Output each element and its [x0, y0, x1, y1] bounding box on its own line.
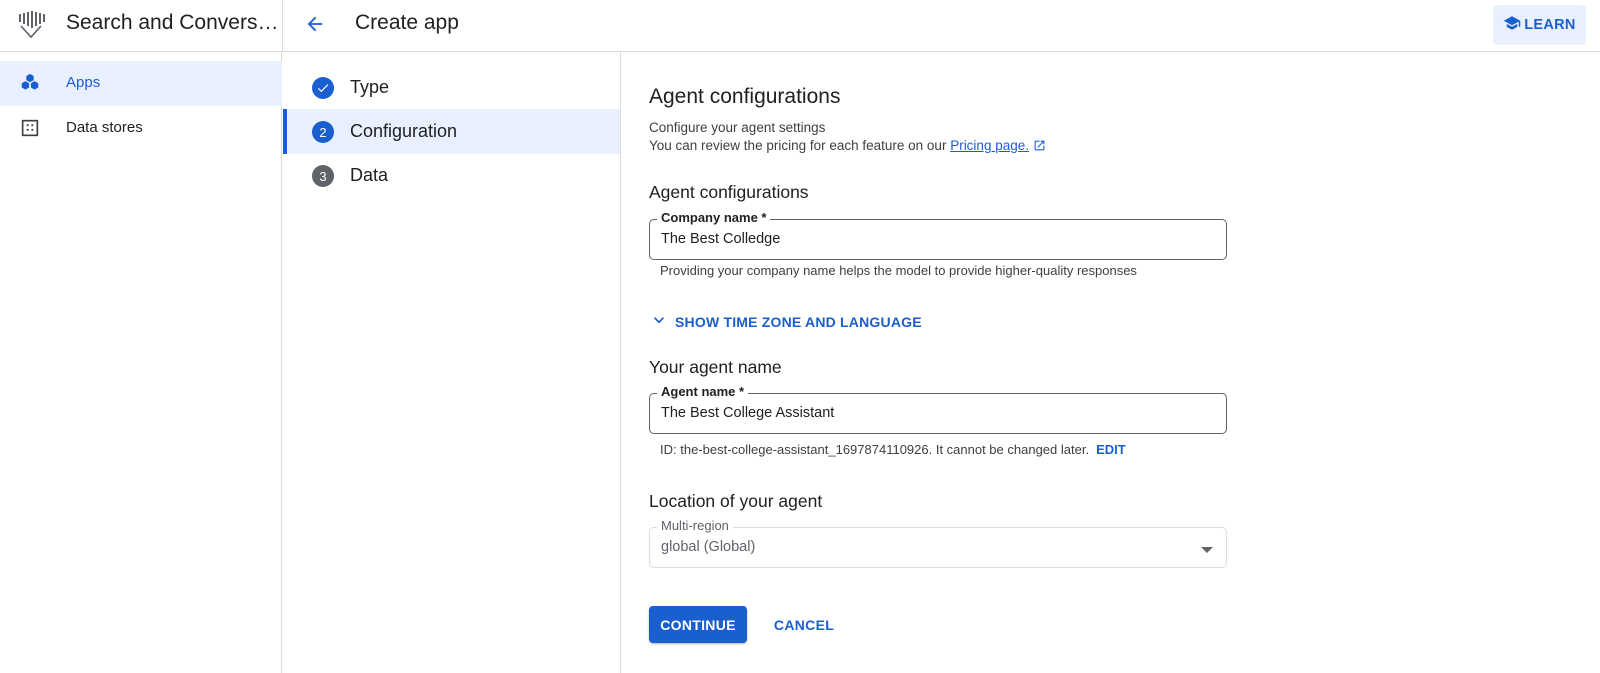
section-title-agent-name: Your agent name: [649, 357, 782, 377]
location-select[interactable]: Multi-region global (Global): [649, 518, 1227, 568]
agent-name-label: Agent name *: [657, 384, 749, 399]
page-title: Create app: [355, 11, 459, 34]
top-bar: Search and Conversation Create app LEARN: [0, 0, 1600, 52]
sidebar-item-label: Apps: [66, 74, 101, 91]
step-label: Configuration: [350, 121, 458, 141]
step-configuration[interactable]: 2 Configuration: [283, 109, 620, 154]
chevron-down-icon: [649, 310, 669, 333]
step-number: 3: [312, 165, 334, 187]
agent-id-helper: ID: the-best-college-assistant_169787411…: [660, 442, 1126, 457]
app-title: Search and Conversation: [66, 11, 280, 34]
pricing-link[interactable]: Pricing page.: [950, 138, 1029, 153]
sidebar-item-apps[interactable]: Apps: [0, 61, 282, 106]
dropdown-arrow-icon: [1200, 542, 1214, 553]
sidebar-item-data-stores[interactable]: Data stores: [0, 106, 282, 151]
section-title-agent-config: Agent configurations: [649, 182, 809, 202]
continue-button[interactable]: CONTINUE: [649, 606, 747, 643]
sidebar-item-label: Data stores: [66, 119, 143, 136]
location-label: Multi-region: [657, 518, 733, 533]
left-nav: Apps Data stores: [0, 52, 282, 673]
step-data[interactable]: 3 Data: [283, 153, 620, 198]
edit-id-button[interactable]: EDIT: [1096, 442, 1126, 457]
learn-button[interactable]: LEARN: [1493, 5, 1586, 45]
back-button[interactable]: [298, 9, 332, 43]
show-time-zone-toggle[interactable]: SHOW TIME ZONE AND LANGUAGE: [649, 310, 922, 333]
section-title-location: Location of your agent: [649, 491, 823, 511]
configuration-form: Agent configurations Configure your agen…: [649, 52, 1589, 673]
company-name-label: Company name *: [657, 210, 771, 225]
company-name-input[interactable]: [661, 231, 1201, 247]
header-divider: [282, 0, 283, 52]
cancel-button[interactable]: CANCEL: [761, 606, 847, 643]
learn-label: LEARN: [1524, 17, 1576, 33]
product-logo-icon: [17, 10, 45, 40]
location-value: global (Global): [661, 539, 756, 555]
agent-name-field[interactable]: Agent name *: [649, 384, 1227, 434]
data-store-grid-icon: [19, 117, 41, 139]
agent-id-text: ID: the-best-college-assistant_169787411…: [660, 442, 1090, 457]
step-number: 2: [312, 121, 334, 143]
company-name-field[interactable]: Company name *: [649, 210, 1227, 260]
step-type[interactable]: Type: [283, 65, 620, 110]
open-in-new-icon[interactable]: [1033, 139, 1046, 155]
subtitle: Configure your agent settings: [649, 120, 826, 135]
school-icon: [1503, 14, 1521, 36]
step-label: Data: [350, 165, 389, 185]
check-circle-icon: [312, 77, 334, 99]
apps-cubes-icon: [19, 72, 41, 94]
company-name-helper: Providing your company name helps the mo…: [660, 263, 1137, 278]
page-heading: Agent configurations: [649, 85, 841, 108]
pricing-note: You can review the pricing for each feat…: [649, 138, 1046, 155]
pricing-text: You can review the pricing for each feat…: [649, 138, 951, 153]
create-app-stepper: Type 2 Configuration 3 Data: [283, 52, 621, 673]
agent-name-input[interactable]: [661, 405, 1201, 421]
show-time-zone-label: SHOW TIME ZONE AND LANGUAGE: [675, 313, 922, 330]
arrow-back-icon: [304, 13, 326, 40]
step-label: Type: [350, 77, 390, 97]
